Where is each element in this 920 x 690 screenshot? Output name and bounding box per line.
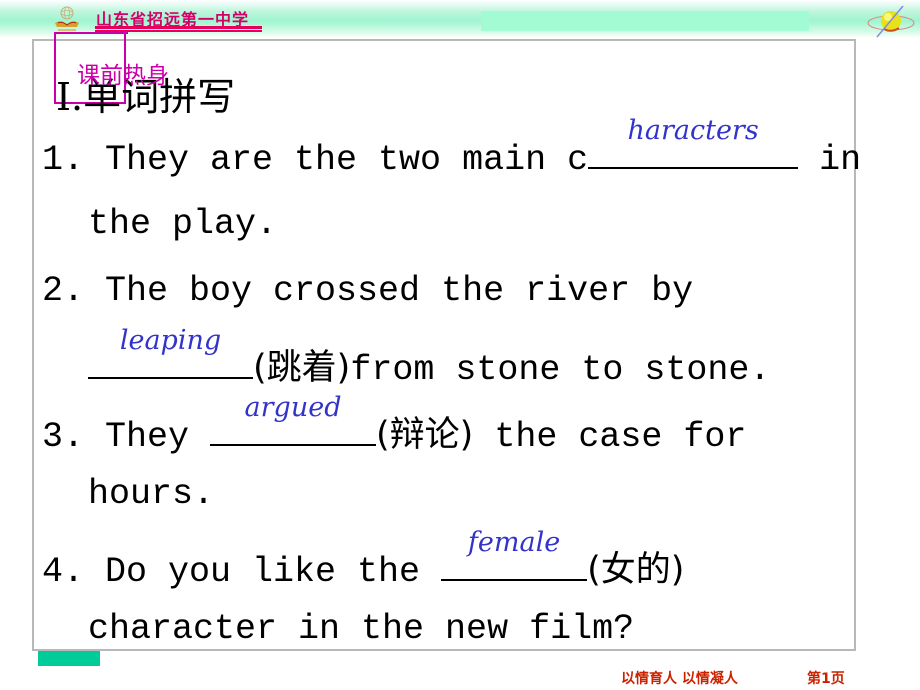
question-2-blank[interactable]: leaping	[88, 325, 253, 379]
decorative-tab	[38, 651, 100, 666]
header-strip	[481, 11, 809, 31]
question-2-line-2: leaping (跳着)from stone to stone.	[88, 325, 771, 390]
question-1-answer: haracters	[627, 115, 759, 146]
question-4-line-1: 4. Do you like the female (女的)	[42, 527, 685, 592]
footer-motto: 以情育人 以情凝人	[621, 671, 738, 687]
question-3-line-1: 3. They argued (辩论) the case for	[42, 392, 747, 457]
question-2-hint: (跳着)	[253, 348, 351, 388]
question-4-line-2: character in the new film?	[88, 609, 635, 649]
question-1-line-2: the play.	[88, 204, 278, 244]
question-4-hint: (女的)	[587, 550, 685, 590]
question-3-text: 3. They	[42, 417, 211, 457]
question-1-blank[interactable]: haracters	[588, 115, 799, 169]
section-tag: 课前热身	[77, 63, 169, 89]
question-4-blank[interactable]: female	[441, 527, 588, 581]
school-emblem-icon	[55, 6, 79, 31]
question-4-answer: female	[467, 527, 561, 558]
question-3-answer: argued	[244, 392, 342, 423]
question-3-hint: (辩论)	[376, 415, 474, 455]
question-3-blank[interactable]: argued	[210, 392, 377, 446]
question-3-line-2: hours.	[88, 474, 215, 514]
question-1-text-after: in	[798, 140, 862, 180]
page-number: 第1页	[807, 671, 845, 687]
question-2-answer: leaping	[119, 325, 222, 356]
question-2-line-1: 2. The boy crossed the river by	[42, 271, 694, 311]
question-4-text: 4. Do you like the	[42, 552, 442, 592]
question-1-line-1: 1. They are the two main c haracters in	[42, 115, 862, 180]
question-3-text-after: the case for	[473, 417, 747, 457]
question-2-text-after: from stone to stone.	[350, 350, 771, 390]
school-name-underline	[95, 26, 262, 29]
question-1-text: 1. They are the two main c	[42, 140, 589, 180]
globe-orbit-icon	[867, 5, 915, 38]
